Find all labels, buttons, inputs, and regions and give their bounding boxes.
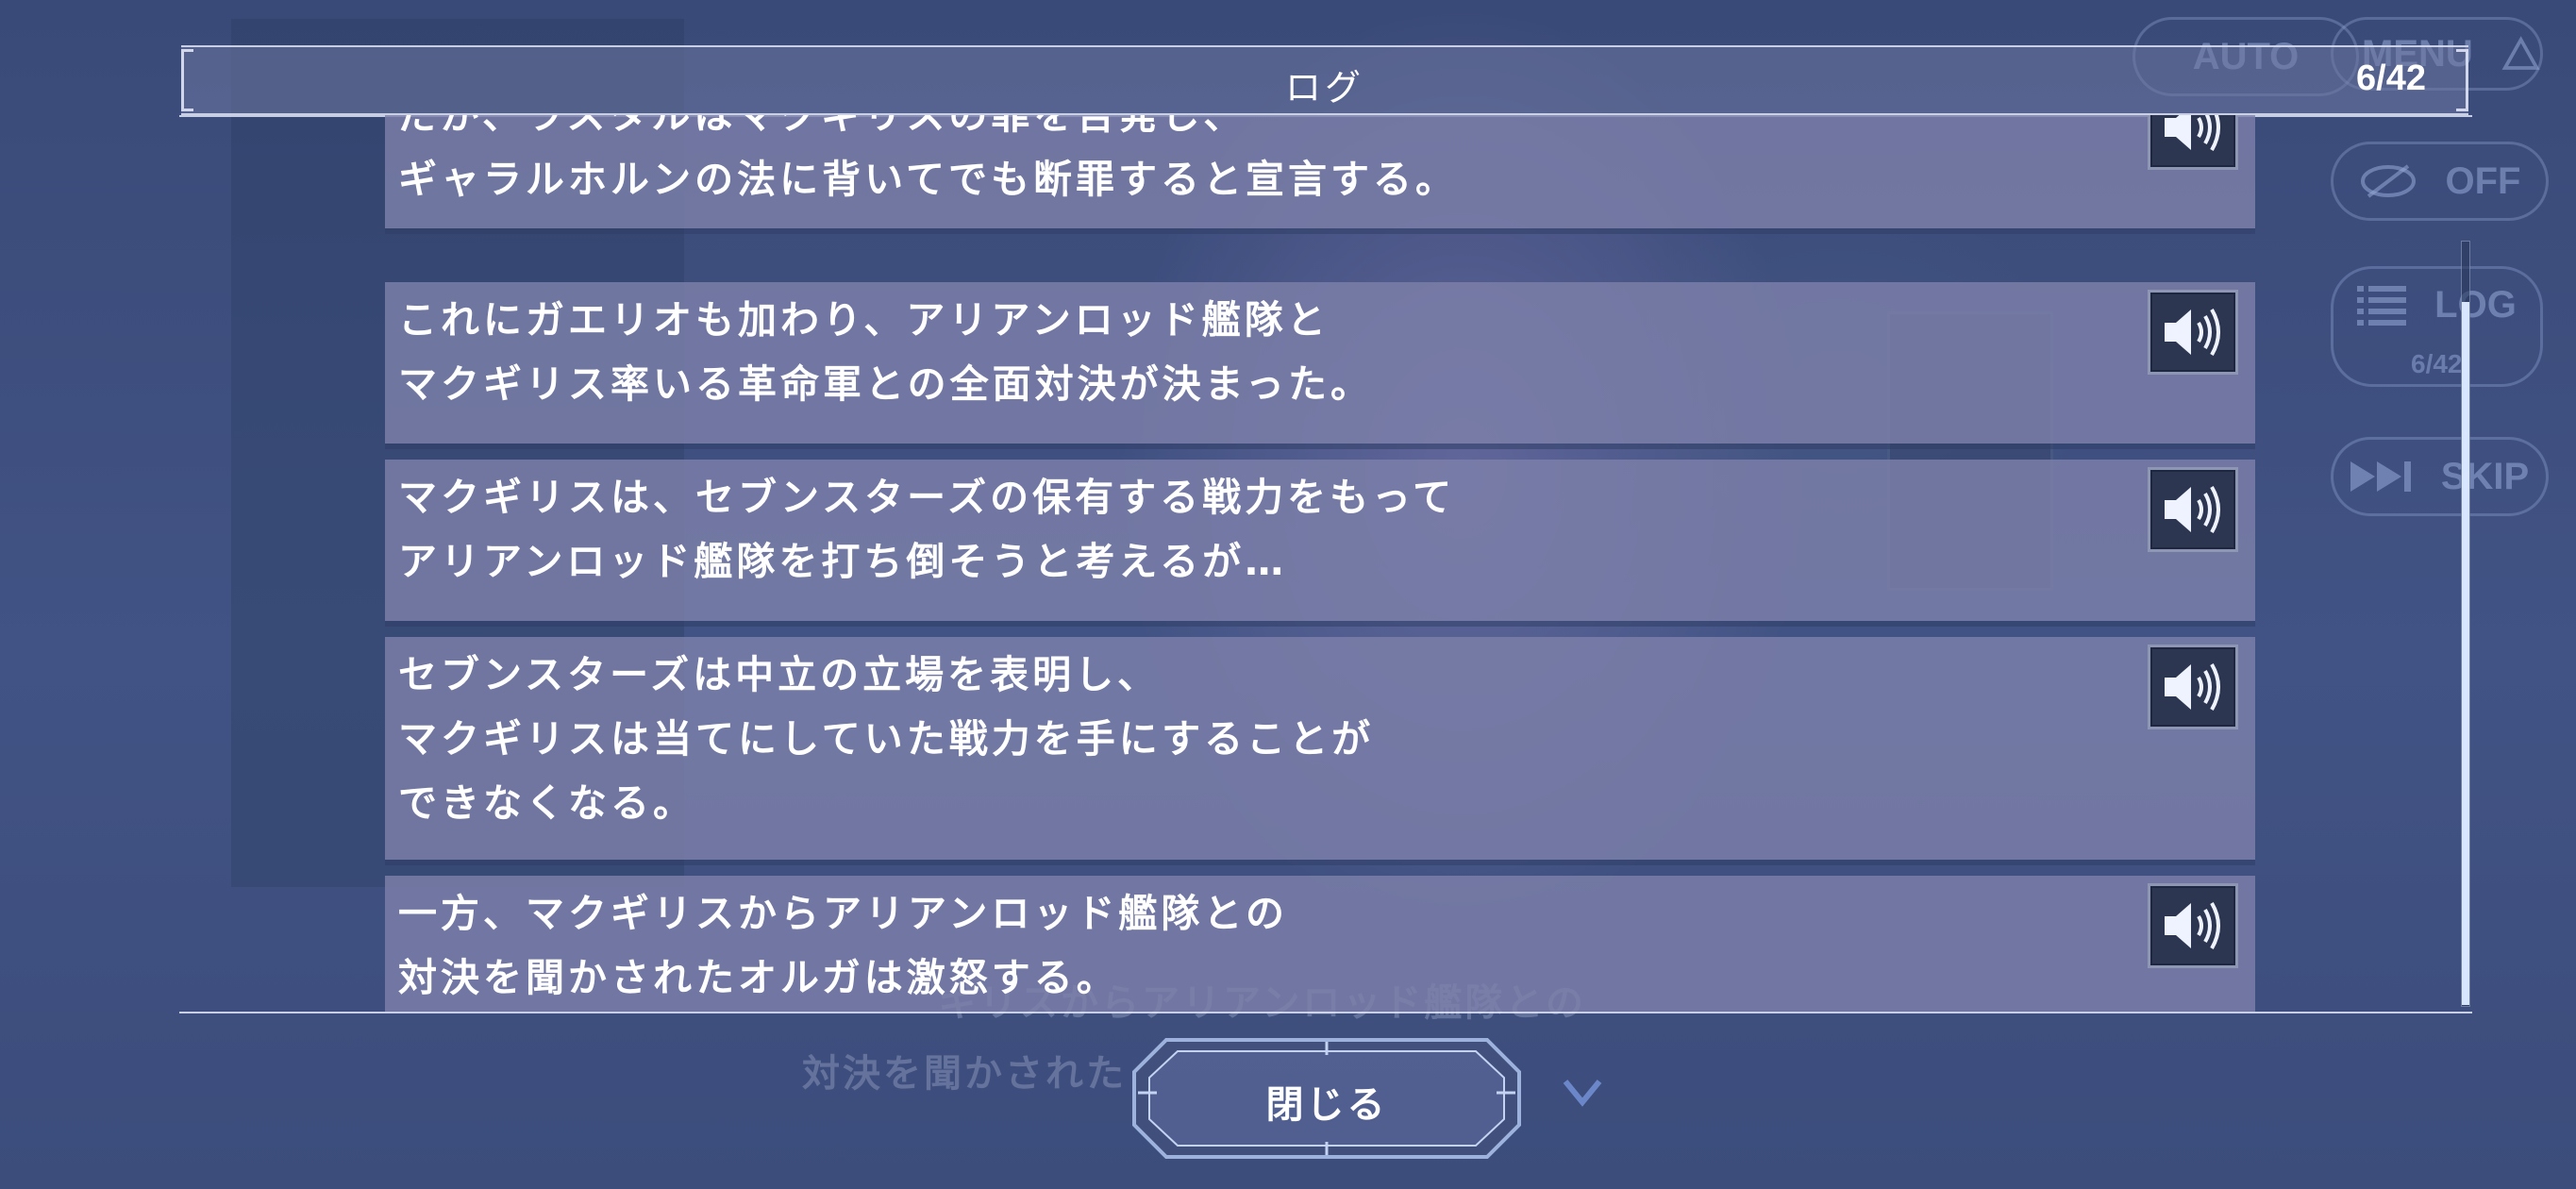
log-title: ログ [1284, 67, 1364, 109]
voice-replay-button[interactable] [2148, 467, 2238, 552]
log-entry: 一方、マクギリスからアリアンロッド艦隊との 対決を聞かされたオルガは激怒する。 [385, 876, 2255, 1012]
log-list[interactable]: だが、ラスタルはマクギリスの罪を告発し、 ギャラルホルンの法に背いてでも断罪する… [385, 115, 2255, 1012]
eye-off-icon [2360, 164, 2416, 198]
voice-replay-button[interactable] [2148, 290, 2238, 375]
voice-replay-button[interactable] [2148, 645, 2238, 729]
log-entry: マクギリスは、セブンスターズの保有する戦力をもって アリアンロッド艦隊を打ち倒そ… [385, 460, 2255, 621]
log-entry-text: これにガエリオも加わり、アリアンロッド艦隊と マクギリス率いる革命軍との全面対決… [398, 297, 1373, 407]
speaker-icon [2165, 662, 2220, 712]
log-entry: だが、ラスタルはマクギリスの罪を告発し、 ギャラルホルンの法に背いてでも断罪する… [385, 115, 2255, 228]
log-entry-text: 一方、マクギリスからアリアンロッド艦隊との 対決を聞かされたオルガは激怒する。 [398, 891, 1288, 1000]
hide-label: OFF [2445, 159, 2521, 202]
voice-replay-button[interactable] [2148, 883, 2238, 968]
speaker-icon [2165, 308, 2220, 357]
list-icon [2357, 286, 2407, 326]
log-entry: セブンスターズは中立の立場を表明し、 マクギリスは当てにしていた戦力を手にするこ… [385, 637, 2255, 860]
log-entry: これにガエリオも加わり、アリアンロッド艦隊と マクギリス率いる革命軍との全面対決… [385, 282, 2255, 444]
log-label: LOG [2434, 284, 2517, 326]
speaker-icon [2165, 901, 2220, 950]
skip-button[interactable]: SKIP [2331, 437, 2549, 516]
log-count-label: 6/42 [2411, 349, 2463, 378]
speaker-icon [2165, 485, 2220, 534]
speaker-icon [2165, 115, 2220, 152]
voice-replay-button[interactable] [2148, 115, 2238, 170]
close-label: 閉じる [1265, 1083, 1388, 1127]
triangle-icon [2501, 36, 2540, 70]
log-scrollbar-thumb[interactable] [2462, 301, 2469, 1005]
log-header: ログ 6/42 [181, 45, 2468, 115]
background-dialogue-line-2: 対決を聞かされた [802, 1052, 1127, 1096]
log-counter: 6/42 [2356, 59, 2426, 98]
hide-ui-button[interactable]: OFF [2331, 142, 2549, 221]
list-bottom-divider [179, 1012, 2472, 1013]
skip-label: SKIP [2440, 455, 2530, 497]
fast-forward-icon [2350, 461, 2411, 492]
log-entry-text: セブンスターズは中立の立場を表明し、 マクギリスは当てにしていた戦力を手にするこ… [398, 652, 1375, 826]
log-entry-text: だが、ラスタルはマクギリスの罪を告発し、 ギャラルホルンの法に背いてでも断罪する… [398, 115, 1458, 202]
close-button[interactable]: 閉じる [1129, 1034, 1525, 1163]
log-scrollbar[interactable] [2461, 241, 2470, 1007]
chevron-down-icon [1563, 1080, 1602, 1107]
log-entry-text: マクギリスは、セブンスターズの保有する戦力をもって アリアンロッド艦隊を打ち倒そ… [398, 475, 1456, 584]
